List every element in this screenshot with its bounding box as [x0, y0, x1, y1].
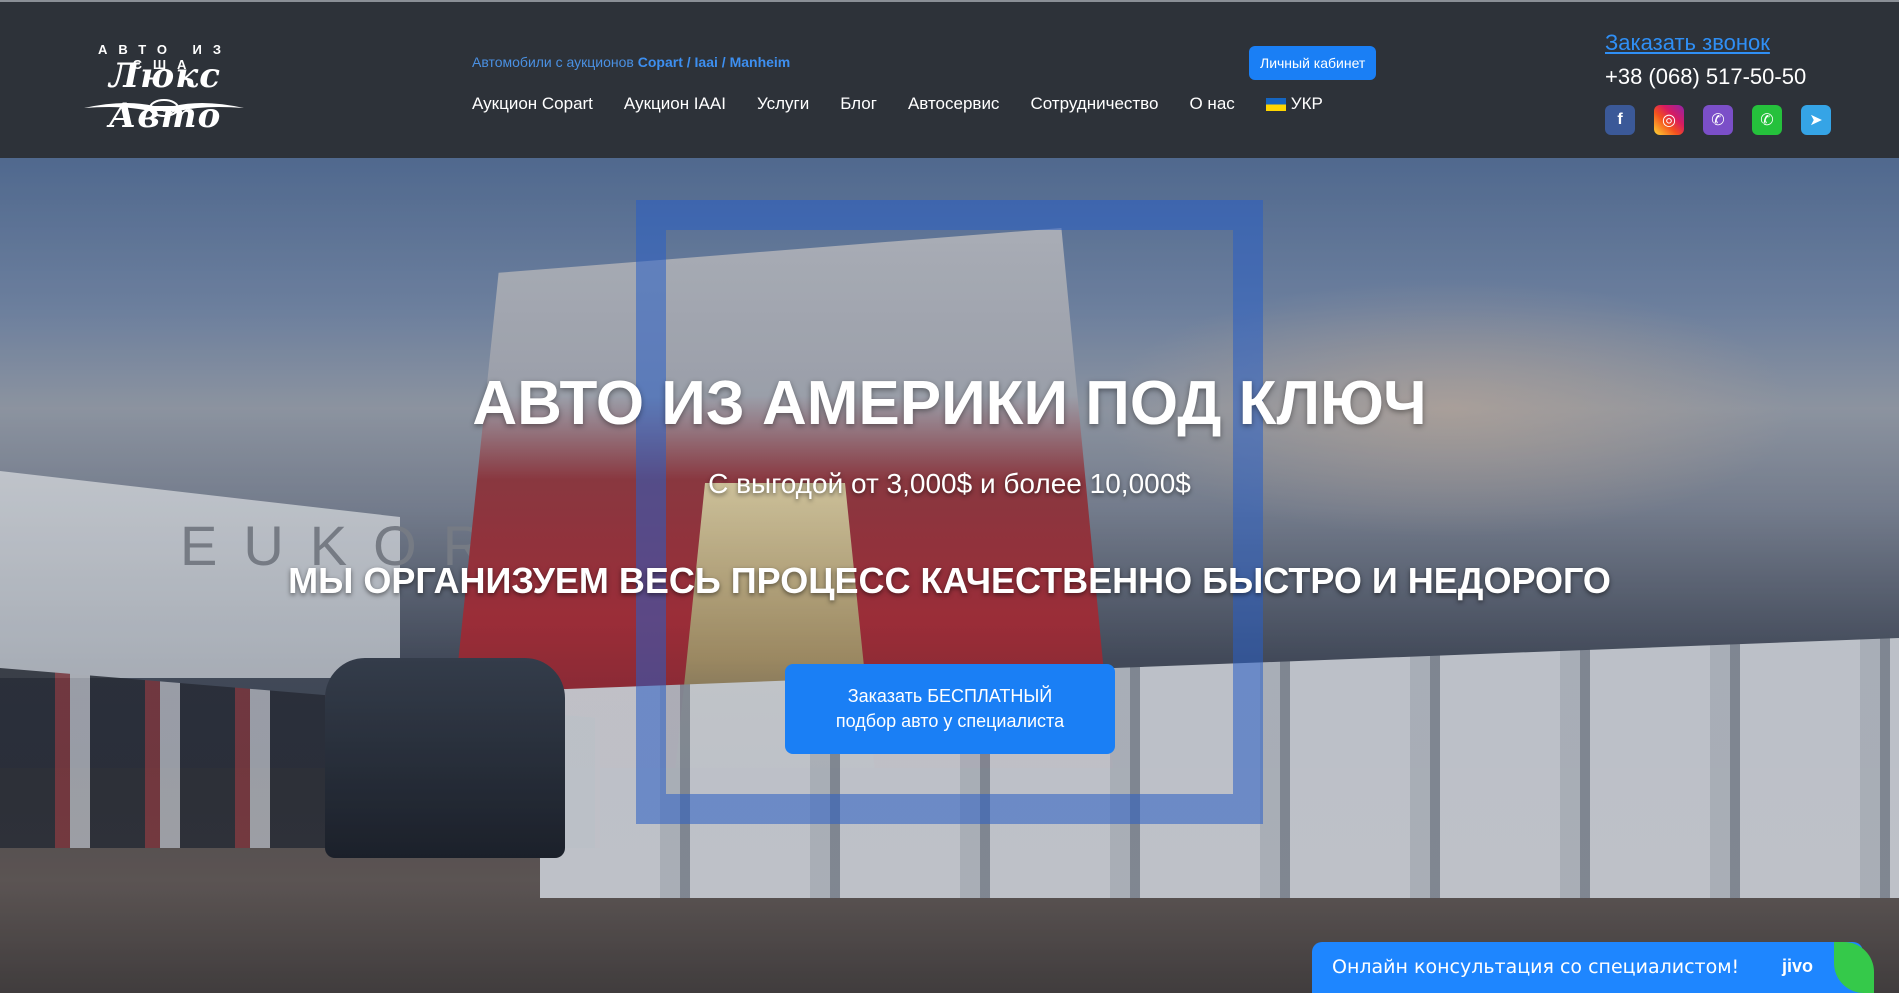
instagram-icon[interactable]: ◎ [1654, 105, 1684, 135]
cta-line-2: подбор авто у специалиста [835, 711, 1065, 731]
nav-autoservice[interactable]: Автосервис [908, 94, 999, 114]
chat-label: Онлайн консультация со специалистом! [1332, 956, 1740, 978]
logo-script-text: Люкс Авто [108, 56, 222, 136]
social-links: f ◎ ✆ ✆ ➤ [1605, 105, 1831, 135]
telegram-icon[interactable]: ➤ [1801, 105, 1831, 135]
whatsapp-icon[interactable]: ✆ [1752, 105, 1782, 135]
tagline-prefix: Автомобили с аукционов [472, 54, 634, 70]
language-switch[interactable]: УКР [1265, 94, 1323, 114]
tagline-auctions[interactable]: Copart / Iaai / Manheim [638, 54, 790, 70]
main-nav: Аукцион Copart Аукцион IAAI Услуги Блог … [472, 94, 1323, 114]
language-label: УКР [1290, 94, 1323, 113]
auction-tagline: Автомобили с аукционов Copart / Iaai / M… [472, 54, 790, 70]
online-chat-widget[interactable]: Онлайн консультация со специалистом! jiv… [1312, 942, 1874, 993]
nav-iaai[interactable]: Аукцион IAAI [624, 94, 726, 114]
hero-subtitle: С выгодой от 3,000$ и более 10,000$ [708, 468, 1191, 499]
free-selection-button[interactable]: Заказать БЕСПЛАТНЫЙ подбор авто у специа… [785, 664, 1115, 754]
nav-blog[interactable]: Блог [840, 94, 877, 114]
jivo-logo: jivo [1782, 956, 1814, 976]
phone-number[interactable]: +38 (068) 517-50-50 [1605, 64, 1806, 90]
ukraine-flag-icon [1265, 97, 1286, 111]
hero-slogan: МЫ ОРГАНИЗУЕМ ВЕСЬ ПРОЦЕСС КАЧЕСТВЕННО Б… [288, 560, 1611, 601]
site-header: АВТО ИЗ США Люкс Авто Автомобили с аукци… [0, 0, 1899, 158]
logo[interactable]: АВТО ИЗ США Люкс Авто [70, 42, 260, 136]
nav-services[interactable]: Услуги [757, 94, 809, 114]
logo-wing-icon [84, 99, 244, 117]
order-call-link[interactable]: Заказать звонок [1605, 30, 1770, 56]
hero-title: АВТО ИЗ АМЕРИКИ ПОД КЛЮЧ [472, 369, 1427, 438]
personal-cabinet-button[interactable]: Личный кабинет [1249, 46, 1377, 80]
nav-cooperation[interactable]: Сотрудничество [1030, 94, 1158, 114]
viber-icon[interactable]: ✆ [1703, 105, 1733, 135]
cta-line-1: Заказать БЕСПЛАТНЫЙ [847, 686, 1053, 706]
nav-about[interactable]: О нас [1189, 94, 1234, 114]
nav-copart[interactable]: Аукцион Copart [472, 94, 593, 114]
facebook-icon[interactable]: f [1605, 105, 1635, 135]
hero-section: EUKOR АВТО ИЗ АМЕРИКИ ПОД КЛЮЧ С выгодой… [0, 158, 1899, 993]
